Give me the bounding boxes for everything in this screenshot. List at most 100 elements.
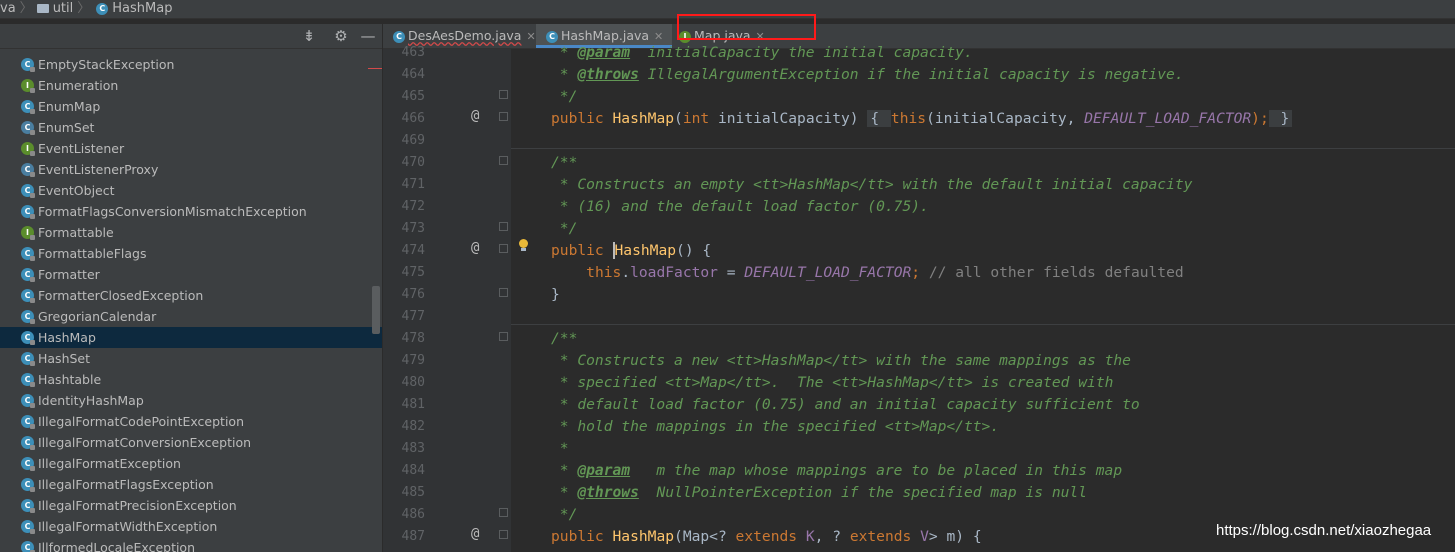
tree-item[interactable]: C IllformedLocaleException xyxy=(0,537,372,552)
fold-icon[interactable] xyxy=(499,112,508,121)
code-line-474: public HashMap() { xyxy=(551,242,712,259)
breadcrumb-item-util[interactable]: util xyxy=(53,0,74,18)
tree-item[interactable]: C EventListenerProxy xyxy=(0,159,372,180)
code-line-487: public HashMap(Map<? extends K, ? extend… xyxy=(551,528,982,545)
lock-icon xyxy=(30,214,35,219)
tree-item[interactable]: C IllegalFormatFlagsException xyxy=(0,474,372,495)
tree-item[interactable]: I Formattable xyxy=(0,222,372,243)
code-line-486: */ xyxy=(551,506,578,523)
lock-icon xyxy=(30,88,35,93)
watermark: https://blog.csdn.net/xiaozhegaa xyxy=(1216,522,1432,539)
lock-icon xyxy=(30,151,35,156)
line-number: 465 xyxy=(401,89,425,104)
tree-item-label: Formattable xyxy=(38,225,114,240)
fold-icon[interactable] xyxy=(499,530,508,539)
code-line-471: * Constructs an empty <tt>HashMap</tt> w… xyxy=(551,176,1193,193)
line-number: 477 xyxy=(401,309,425,324)
tree-item-label: EventListenerProxy xyxy=(38,162,159,177)
line-number: 474 xyxy=(401,243,425,258)
tree-item-label: IllegalFormatWidthException xyxy=(38,519,218,534)
line-number: 470 xyxy=(401,155,425,170)
fold-icon[interactable] xyxy=(499,244,508,253)
line-number: 484 xyxy=(401,463,425,478)
fold-icon[interactable] xyxy=(499,222,508,231)
tree-item[interactable]: C IllegalFormatPrecisionException xyxy=(0,495,372,516)
tree-item-label: IllegalFormatPrecisionException xyxy=(38,498,237,513)
lock-icon xyxy=(30,487,35,492)
lightbulb-icon[interactable] xyxy=(518,239,528,251)
tree-item[interactable]: C IdentityHashMap xyxy=(0,390,372,411)
hide-panel-icon[interactable]: — xyxy=(358,26,378,46)
line-number: 483 xyxy=(401,441,425,456)
code-line-470: /** xyxy=(551,154,578,171)
code-line-476: } xyxy=(551,286,560,303)
method-separator xyxy=(511,148,1455,149)
code-line-482: * hold the mappings in the specified <tt… xyxy=(551,418,1000,435)
fold-icon[interactable] xyxy=(499,288,508,297)
tree-item-label: FormatterClosedException xyxy=(38,288,204,303)
tree-item[interactable]: C HashMap xyxy=(0,327,382,348)
tree-item[interactable]: C FormatterClosedException xyxy=(0,285,372,306)
breadcrumb-item-hashmap[interactable]: HashMap xyxy=(112,0,172,18)
lock-icon xyxy=(30,403,35,408)
override-marker-icon[interactable]: @ xyxy=(471,523,479,545)
tab-label: DesAesDemo.java xyxy=(408,28,522,43)
tree-item[interactable]: C IllegalFormatException xyxy=(0,453,372,474)
line-number: 466 xyxy=(401,111,425,126)
tree-item-label: FormattableFlags xyxy=(38,246,147,261)
fold-icon[interactable] xyxy=(499,332,508,341)
fold-icon[interactable] xyxy=(499,508,508,517)
lock-icon xyxy=(30,424,35,429)
tree-item-label: EnumSet xyxy=(38,120,95,135)
code-line-464: * @throws IllegalArgumentException if th… xyxy=(551,66,1184,83)
tree-item[interactable]: C EventObject xyxy=(0,180,372,201)
project-toolbar: ⇟ ⚙ — xyxy=(0,24,382,49)
code-line-479: * Constructs a new <tt>HashMap</tt> with… xyxy=(551,352,1131,369)
collapse-all-icon[interactable]: ⇟ xyxy=(299,26,319,46)
tree-item[interactable]: I EventListener xyxy=(0,138,372,159)
lock-icon xyxy=(30,466,35,471)
code-line-483: * xyxy=(551,440,569,457)
close-icon[interactable]: ✕ xyxy=(526,30,535,43)
gear-icon[interactable]: ⚙ xyxy=(331,26,351,46)
tree-item[interactable]: C FormatFlagsConversionMismatchException xyxy=(0,201,372,222)
code-editor[interactable]: 463 464 465 466 469 470 471 472 473 474 475 476 477 4… xyxy=(383,44,1455,552)
tree-item-label: EmptyStackException xyxy=(38,57,175,72)
fold-icon[interactable] xyxy=(499,156,508,165)
line-number: 485 xyxy=(401,485,425,500)
tree-item[interactable]: C FormattableFlags xyxy=(0,243,372,264)
line-number: 472 xyxy=(401,199,425,214)
override-marker-icon[interactable]: @ xyxy=(471,237,479,259)
tree-item[interactable]: C EmptyStackException xyxy=(0,54,372,75)
tree-item[interactable]: C IllegalFormatCodePointException xyxy=(0,411,372,432)
tree-item-label: HashMap xyxy=(38,330,96,345)
breadcrumb-separator: 〉 xyxy=(77,1,91,16)
tree-item[interactable]: I Enumeration xyxy=(0,75,372,96)
lock-icon xyxy=(30,361,35,366)
lock-icon xyxy=(30,109,35,114)
annotation-highlight-box xyxy=(677,14,816,40)
tree-item-label: EnumMap xyxy=(38,99,101,114)
tree-item-label: IllegalFormatFlagsException xyxy=(38,477,214,492)
tree-item[interactable]: C HashSet xyxy=(0,348,372,369)
override-marker-icon[interactable]: @ xyxy=(471,105,479,127)
tree-scrollbar[interactable] xyxy=(372,286,380,334)
line-number: 486 xyxy=(401,507,425,522)
code-line-484: * @param m the map whose mappings are to… xyxy=(551,462,1123,479)
tree-item-label: Enumeration xyxy=(38,78,119,93)
tree-item[interactable]: C Formatter xyxy=(0,264,372,285)
fold-icon[interactable] xyxy=(499,90,508,99)
tree-item[interactable]: C EnumMap xyxy=(0,96,372,117)
breadcrumb-item-package[interactable]: va xyxy=(0,0,16,18)
lock-icon xyxy=(30,235,35,240)
lock-icon xyxy=(30,130,35,135)
tree-item[interactable]: C GregorianCalendar xyxy=(0,306,372,327)
tree-item-label: EventObject xyxy=(38,183,115,198)
tree-item[interactable]: C IllegalFormatConversionException xyxy=(0,432,372,453)
tree-item[interactable]: C Hashtable xyxy=(0,369,372,390)
line-number: 469 xyxy=(401,133,425,148)
tree-item-label: GregorianCalendar xyxy=(38,309,157,324)
tree-item-label: Hashtable xyxy=(38,372,102,387)
tree-item[interactable]: C EnumSet xyxy=(0,117,372,138)
tree-item[interactable]: C IllegalFormatWidthException xyxy=(0,516,372,537)
